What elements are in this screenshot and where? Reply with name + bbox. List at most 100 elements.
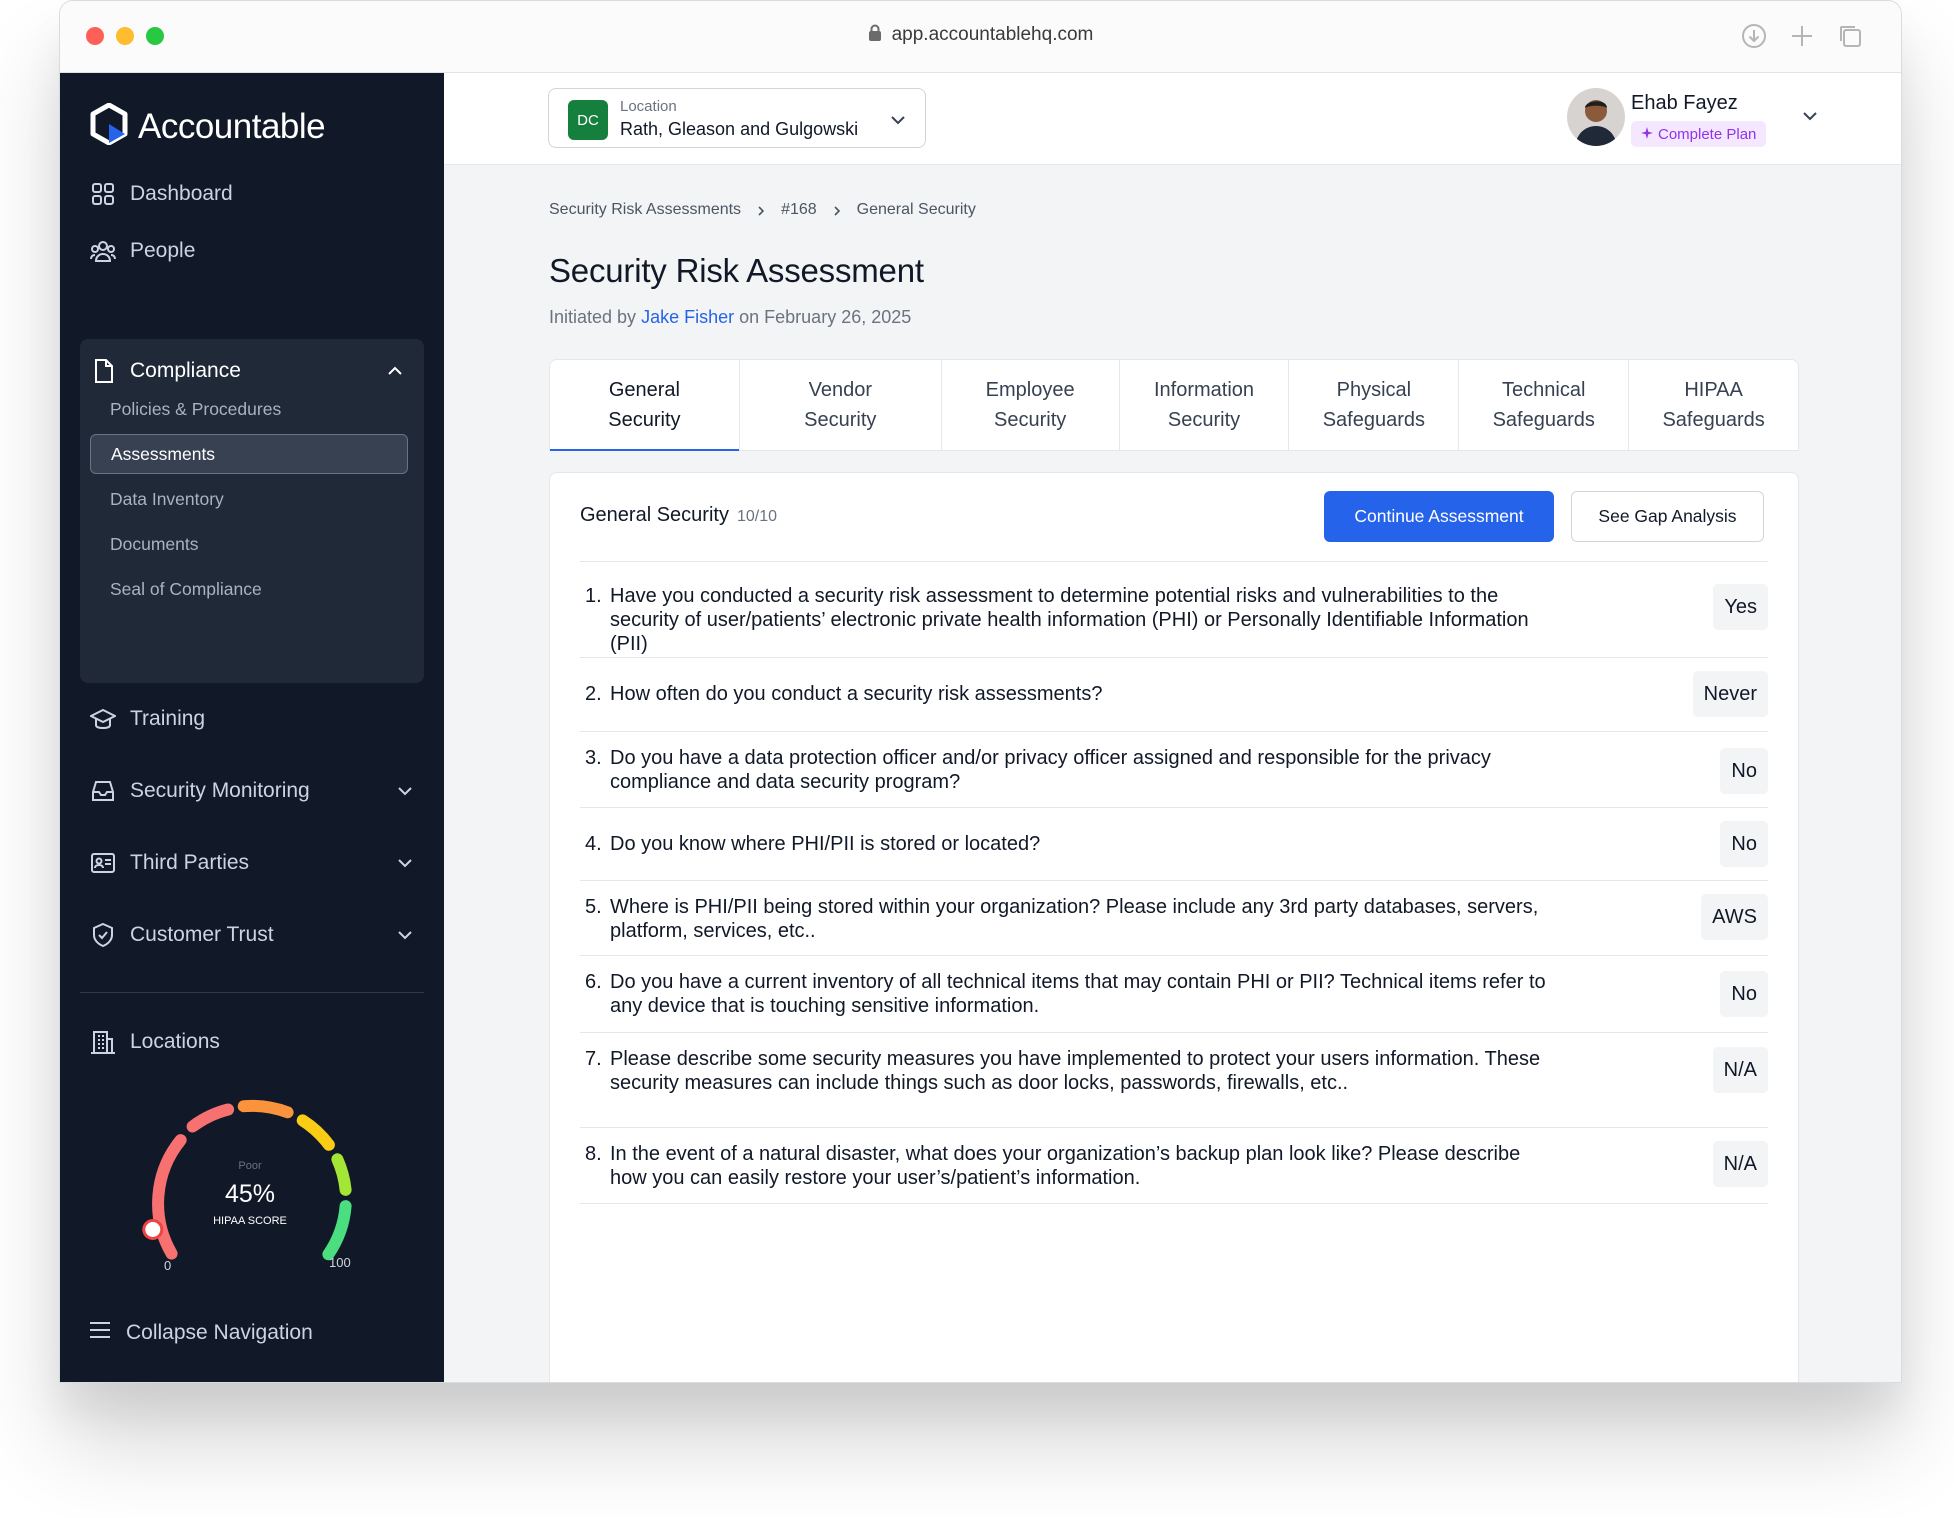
browser-window: app.accountablehq.com Accountable Dashbo… <box>59 0 1902 1383</box>
sidebar-item-compliance[interactable]: Compliance <box>90 351 404 391</box>
sidebar-item-label: Security Monitoring <box>130 779 310 802</box>
chevron-right-icon <box>755 204 767 216</box>
shield-check-icon <box>90 922 116 948</box>
question-row: 4. Do you know where PHI/PII is stored o… <box>580 808 1768 881</box>
building-icon <box>90 1029 116 1055</box>
chevron-down-icon[interactable] <box>1801 107 1819 125</box>
initiated-prefix: Initiated by <box>549 307 637 327</box>
gauge-value: 45% <box>224 1180 276 1208</box>
question-text: Do you have a data protection officer an… <box>610 747 1491 793</box>
location-value: Rath, Gleason and Gulgowski <box>620 119 859 139</box>
sidebar-subitem-policies[interactable]: Policies & Procedures <box>90 389 408 429</box>
download-icon[interactable] <box>1741 23 1767 49</box>
location-label: Location <box>620 98 677 115</box>
tab-general-security[interactable]: General Security <box>550 360 740 451</box>
initiator-link[interactable]: Jake Fisher <box>641 307 734 327</box>
collapse-navigation-button[interactable]: Collapse Navigation <box>88 1313 313 1353</box>
breadcrumb-item: General Security <box>856 201 976 218</box>
question-number: 7. <box>585 1048 602 1070</box>
sparkle-icon <box>1641 126 1653 143</box>
question-row: 5. Where is PHI/PII being stored within … <box>580 881 1768 956</box>
sidebar-subitem-seal[interactable]: Seal of Compliance <box>90 569 408 609</box>
user-name: Ehab Fayez <box>1631 92 1738 114</box>
answer-badge: No <box>1720 821 1768 867</box>
breadcrumb-item[interactable]: Security Risk Assessments <box>549 201 741 219</box>
breadcrumb-item[interactable]: #168 <box>781 201 817 219</box>
sidebar-subitem-data-inventory[interactable]: Data Inventory <box>90 479 408 519</box>
sidebar-item-label: Compliance <box>130 359 241 382</box>
accountable-logo-icon <box>90 102 128 150</box>
see-gap-analysis-button[interactable]: See Gap Analysis <box>1571 491 1764 542</box>
chevron-down-icon[interactable] <box>396 854 414 872</box>
user-menu[interactable]: Ehab Fayez Complete Plan <box>1567 88 1817 150</box>
sidebar-item-people[interactable]: People <box>90 231 195 271</box>
grid-icon <box>90 181 116 207</box>
sidebar-item-third-parties[interactable]: Third Parties <box>90 843 414 883</box>
inbox-icon <box>90 778 116 804</box>
continue-assessment-button[interactable]: Continue Assessment <box>1324 491 1554 542</box>
assessment-tabs: General Security Vendor Security Employe… <box>549 359 1799 451</box>
breadcrumb: Security Risk Assessments #168 General S… <box>549 201 976 219</box>
initiated-info: Initiated by Jake Fisher on February 26,… <box>549 307 911 328</box>
plan-badge[interactable]: Complete Plan <box>1631 121 1767 147</box>
sidebar-item-dashboard[interactable]: Dashboard <box>90 174 233 214</box>
sidebar-item-label: People <box>130 239 196 262</box>
sidebar-item-security-monitoring[interactable]: Security Monitoring <box>90 771 414 811</box>
collapse-label: Collapse Navigation <box>126 1321 313 1344</box>
chevron-up-icon[interactable] <box>386 362 404 386</box>
sidebar-item-customer-trust[interactable]: Customer Trust <box>90 915 414 955</box>
sidebar-item-label: Locations <box>130 1030 220 1053</box>
question-row: 2. How often do you conduct a security r… <box>580 658 1768 732</box>
question-text: In the event of a natural disaster, what… <box>610 1143 1521 1189</box>
question-text: Please describe some security measures y… <box>610 1048 1541 1094</box>
address-bar[interactable]: app.accountablehq.com <box>60 24 1901 48</box>
answer-badge: N/A <box>1712 1141 1768 1187</box>
sidebar-item-training[interactable]: Training <box>88 699 205 739</box>
sidebar-subitem-documents[interactable]: Documents <box>90 524 408 564</box>
tab-information-security[interactable]: Information Security <box>1120 360 1290 450</box>
sidebar: Accountable Dashboard People Compliance <box>60 73 444 1382</box>
answer-badge: No <box>1720 748 1768 794</box>
brand[interactable]: Accountable <box>90 102 326 150</box>
chevron-down-icon[interactable] <box>396 782 414 800</box>
page-title: Security Risk Assessment <box>549 252 924 289</box>
question-row: 3. Do you have a data protection officer… <box>580 732 1768 808</box>
tabs-overview-icon[interactable] <box>1837 23 1863 49</box>
answer-badge: AWS <box>1701 894 1768 940</box>
sidebar-item-label: Third Parties <box>130 851 250 874</box>
section-title: General Security <box>580 504 729 526</box>
people-icon <box>90 238 116 264</box>
tab-employee-security[interactable]: Employee Security <box>942 360 1120 450</box>
location-badge: DC <box>568 100 608 140</box>
new-tab-icon[interactable] <box>1789 23 1815 49</box>
menu-icon <box>88 1318 112 1348</box>
tab-technical-safeguards[interactable]: Technical Safeguards <box>1459 360 1630 450</box>
question-text: Where is PHI/PII being stored within you… <box>610 896 1539 942</box>
location-selector[interactable]: DC Location Rath, Gleason and Gulgowski <box>548 88 926 148</box>
graduation-cap-icon <box>88 706 118 732</box>
id-card-icon <box>90 850 116 876</box>
answer-badge: No <box>1720 971 1768 1017</box>
tab-hipaa-safeguards[interactable]: HIPAA Safeguards <box>1629 360 1798 450</box>
sidebar-item-locations[interactable]: Locations <box>90 1022 220 1062</box>
sidebar-divider <box>80 992 424 993</box>
gauge-label: HIPAA SCORE <box>213 1215 287 1227</box>
question-row: 8. In the event of a natural disaster, w… <box>580 1128 1768 1204</box>
gauge-status: Poor <box>238 1160 262 1172</box>
question-row: 6. Do you have a current inventory of al… <box>580 956 1768 1033</box>
avatar[interactable] <box>1567 88 1625 146</box>
question-count: 10/10 <box>736 508 778 525</box>
question-number: 2. <box>585 683 602 705</box>
question-number: 3. <box>585 747 602 769</box>
brand-name: Accountable <box>138 106 326 146</box>
question-row: 7. Please describe some security measure… <box>580 1033 1768 1128</box>
tab-vendor-security[interactable]: Vendor Security <box>740 360 942 450</box>
document-icon <box>90 358 116 384</box>
plan-label: Complete Plan <box>1658 125 1757 143</box>
chevron-down-icon[interactable] <box>396 926 414 944</box>
sidebar-subitem-assessments[interactable]: Assessments <box>90 434 408 474</box>
question-number: 5. <box>585 896 602 918</box>
tab-physical-safeguards[interactable]: Physical Safeguards <box>1289 360 1460 450</box>
answer-badge: N/A <box>1712 1047 1768 1093</box>
assessment-card: General Security 10/10 Continue Assessmen… <box>549 472 1799 1382</box>
